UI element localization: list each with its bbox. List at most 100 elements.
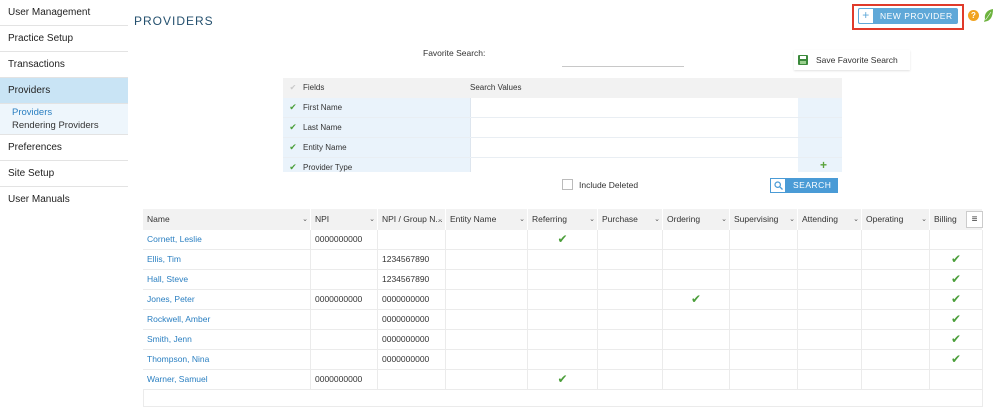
column-header-label: Entity Name — [450, 214, 497, 224]
sidebar-item-providers[interactable]: Providers — [0, 78, 128, 104]
cell-ordering — [663, 370, 730, 389]
provider-name-link[interactable]: Smith, Jenn — [143, 330, 311, 349]
cell-ordering — [663, 330, 730, 349]
check-icon: ✔ — [950, 352, 962, 366]
sidebar-subitem-rendering-providers[interactable]: Rendering Providers — [12, 119, 128, 132]
cell-supervising — [730, 330, 798, 349]
table-row[interactable]: Hall, Steve 1234567890 ✔ — [143, 270, 983, 290]
cell-referring — [528, 270, 598, 289]
grid-menu-icon[interactable]: ≡ — [966, 211, 983, 228]
column-header-label: NPI — [315, 214, 330, 224]
column-header-supervising[interactable]: Supervising ⌄ — [730, 209, 798, 230]
column-header-label: Supervising — [734, 214, 779, 224]
provider-name-link[interactable]: Hall, Steve — [143, 270, 311, 289]
provider-name-link[interactable]: Cornett, Leslie — [143, 230, 311, 249]
chevron-down-icon[interactable]: ⌄ — [921, 209, 927, 230]
table-row[interactable]: Smith, Jenn 0000000000 ✔ — [143, 330, 983, 350]
cell-purchase — [598, 250, 663, 269]
search-button[interactable]: SEARCH — [770, 178, 839, 193]
cell-npi — [311, 330, 378, 349]
filter-value-input[interactable] — [470, 118, 798, 137]
cell-referring — [528, 350, 598, 369]
chevron-down-icon[interactable]: ⌄ — [302, 209, 308, 230]
select-all-check-icon[interactable]: ✔ — [283, 78, 303, 98]
sidebar-item-user-manuals[interactable]: User Manuals — [0, 187, 128, 212]
filter-value-input[interactable] — [470, 138, 798, 157]
cell-entity-name — [446, 270, 528, 289]
column-header-referring[interactable]: Referring ⌄ — [528, 209, 598, 230]
sidebar-item-preferences[interactable]: Preferences — [0, 134, 128, 161]
favorite-search-input[interactable] — [562, 50, 684, 67]
table-row[interactable]: Jones, Peter 0000000000 0000000000 ✔ ✔ — [143, 290, 983, 310]
plus-icon: + — [858, 8, 874, 24]
chevron-down-icon[interactable]: ⌄ — [789, 209, 795, 230]
new-provider-button[interactable]: + NEW PROVIDER — [858, 8, 958, 24]
filter-value-input[interactable] — [470, 98, 798, 117]
sidebar-item-practice-setup[interactable]: Practice Setup — [0, 26, 128, 52]
provider-name-link[interactable]: Thompson, Nina — [143, 350, 311, 369]
include-deleted-label: Include Deleted — [579, 179, 639, 190]
cell-referring — [528, 290, 598, 309]
check-icon[interactable]: ✔ — [283, 158, 303, 172]
column-header-attending[interactable]: Attending ⌄ — [798, 209, 862, 230]
check-icon: ✔ — [690, 292, 702, 306]
column-header-entity-name[interactable]: Entity Name ⌄ — [446, 209, 528, 230]
sidebar-subitem-providers[interactable]: Providers — [12, 106, 128, 119]
column-header-purchase[interactable]: Purchase ⌄ — [598, 209, 663, 230]
chevron-down-icon[interactable]: ⌄ — [519, 209, 525, 230]
filter-value-input[interactable] — [470, 158, 798, 172]
filter-field-label: First Name — [303, 98, 470, 117]
sidebar-item-user-management[interactable]: User Management — [0, 0, 128, 26]
provider-name-link[interactable]: Ellis, Tim — [143, 250, 311, 269]
sidebar: User Management Practice Setup Transacti… — [0, 0, 128, 406]
filter-field-label: Provider Type — [303, 158, 470, 172]
cell-purchase — [598, 310, 663, 329]
table-row[interactable]: Rockwell, Amber 0000000000 ✔ — [143, 310, 983, 330]
chevron-down-icon[interactable]: ⌄ — [853, 209, 859, 230]
check-icon[interactable]: ✔ — [283, 138, 303, 157]
leaf-icon[interactable] — [984, 9, 994, 22]
cell-operating — [862, 350, 930, 369]
table-row[interactable]: Ellis, Tim 1234567890 ✔ — [143, 250, 983, 270]
save-favorite-search-label: Save Favorite Search — [816, 55, 898, 65]
check-icon[interactable]: ✔ — [283, 98, 303, 117]
column-header-label: Ordering — [667, 214, 701, 224]
save-favorite-search-button[interactable]: Save Favorite Search — [794, 50, 910, 70]
provider-name-link[interactable]: Warner, Samuel — [143, 370, 311, 389]
column-header-operating[interactable]: Operating ⌄ — [862, 209, 930, 230]
provider-name-link[interactable]: Jones, Peter — [143, 290, 311, 309]
chevron-down-icon[interactable]: ⌄ — [654, 209, 660, 230]
column-header-ordering[interactable]: Ordering ⌄ — [663, 209, 730, 230]
cell-supervising — [730, 270, 798, 289]
cell-entity-name — [446, 350, 528, 369]
check-icon[interactable]: ✔ — [283, 118, 303, 137]
column-header-npi-group[interactable]: NPI / Group N... ⌄ — [378, 209, 446, 230]
include-deleted-checkbox[interactable] — [562, 179, 573, 190]
table-row[interactable]: Thompson, Nina 0000000000 ✔ — [143, 350, 983, 370]
chevron-down-icon[interactable]: ⌄ — [437, 209, 443, 230]
include-deleted-toggle[interactable]: Include Deleted — [562, 179, 638, 190]
filter-row: ✔ First Name — [283, 98, 842, 118]
filter-row: ✔ Last Name — [283, 118, 842, 138]
table-row[interactable]: Warner, Samuel 0000000000 ✔ — [143, 370, 983, 390]
filter-extra-cell — [798, 138, 842, 157]
cell-purchase — [598, 350, 663, 369]
sidebar-item-site-setup[interactable]: Site Setup — [0, 161, 128, 187]
column-header-npi[interactable]: NPI ⌄ — [311, 209, 378, 230]
column-header-name[interactable]: Name ⌄ — [143, 209, 311, 230]
provider-name-link[interactable]: Rockwell, Amber — [143, 310, 311, 329]
chevron-down-icon[interactable]: ⌄ — [369, 209, 375, 230]
cell-billing: ✔ — [930, 350, 983, 369]
add-filter-icon[interactable]: + — [820, 159, 827, 171]
chevron-down-icon[interactable]: ⌄ — [589, 209, 595, 230]
cell-npi-group: 0000000000 — [378, 290, 446, 309]
sidebar-item-transactions[interactable]: Transactions — [0, 52, 128, 78]
cell-ordering: ✔ — [663, 290, 730, 309]
floppy-disk-icon — [798, 55, 808, 65]
table-row[interactable]: Cornett, Leslie 0000000000 ✔ — [143, 230, 983, 250]
chevron-down-icon[interactable]: ⌄ — [721, 209, 727, 230]
cell-npi — [311, 270, 378, 289]
cell-operating — [862, 230, 930, 249]
filter-row: ✔ Provider Type + — [283, 158, 842, 172]
help-icon[interactable]: ? — [968, 10, 979, 21]
